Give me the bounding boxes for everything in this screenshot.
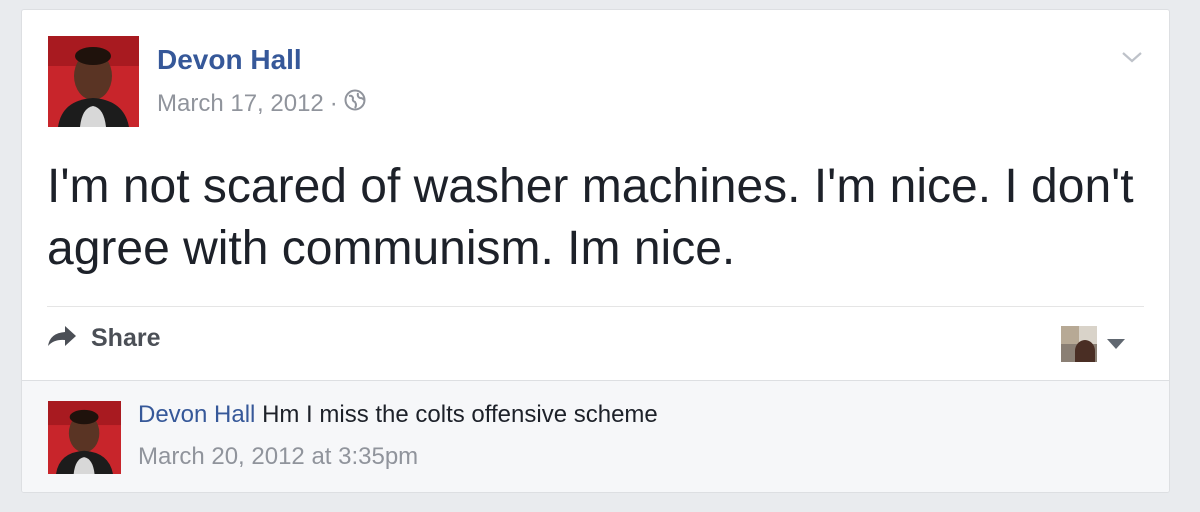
post-card: Devon Hall March 17, 2012 · I'm not scar… xyxy=(21,9,1170,493)
comments-section: Devon Hall Hm I miss the colts offensive… xyxy=(22,380,1169,492)
comment-author[interactable]: Devon Hall xyxy=(138,401,255,428)
author-name[interactable]: Devon Hall xyxy=(157,44,302,76)
post-text: I'm not scared of washer machines. I'm n… xyxy=(47,160,1134,275)
author-avatar[interactable] xyxy=(48,36,139,127)
meta-separator: · xyxy=(329,89,338,117)
audience-avatar xyxy=(1061,326,1097,362)
comment-timestamp[interactable]: March 20, 2012 at 3:35pm xyxy=(138,443,418,471)
comment: Devon Hall Hm I miss the colts offensive… xyxy=(138,401,658,429)
post-date[interactable]: March 17, 2012 xyxy=(157,90,324,118)
post-header: Devon Hall March 17, 2012 · xyxy=(48,36,1149,128)
caret-down-icon xyxy=(1107,339,1125,349)
chevron-down-icon[interactable] xyxy=(1119,44,1145,70)
profile-photo-icon xyxy=(48,36,139,127)
post-meta: March 17, 2012 · xyxy=(157,89,366,118)
divider xyxy=(47,306,1144,307)
audience-selector[interactable] xyxy=(1061,326,1125,362)
comment-author-avatar[interactable] xyxy=(48,401,121,474)
share-label: Share xyxy=(91,324,161,352)
globe-icon[interactable] xyxy=(344,89,366,118)
share-button[interactable]: Share xyxy=(47,324,160,353)
share-arrow-icon xyxy=(47,324,77,353)
comment-text: Hm I miss the colts offensive scheme xyxy=(262,401,658,428)
profile-photo-icon xyxy=(48,401,121,474)
